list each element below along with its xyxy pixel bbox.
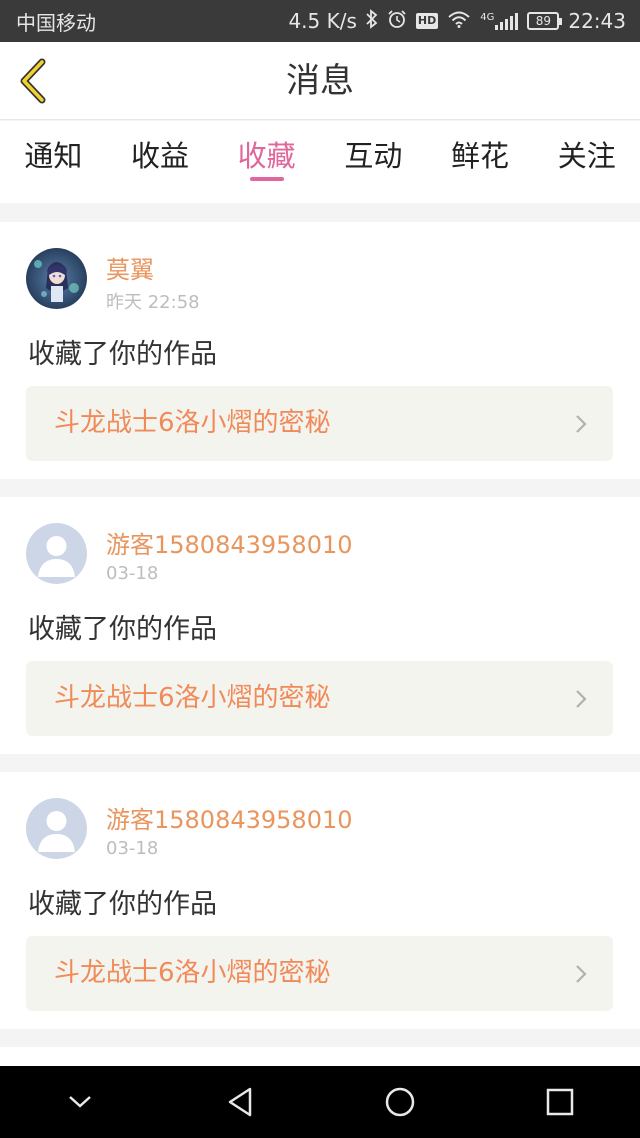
avatar[interactable]	[26, 248, 87, 309]
timestamp: 03-18	[106, 838, 159, 859]
active-tab-indicator	[249, 177, 284, 181]
home-circle-icon	[385, 1087, 415, 1117]
recents-square-icon	[546, 1088, 574, 1116]
timestamp: 03-18	[106, 563, 159, 584]
network-type: 4G	[480, 12, 495, 23]
back-button[interactable]	[14, 56, 54, 106]
net-speed: 4.5 K/s	[288, 9, 357, 33]
collapse-icon	[69, 1096, 91, 1108]
nav-home-button[interactable]	[375, 1077, 425, 1127]
tab-notifications[interactable]: 通知	[0, 121, 107, 203]
action-text: 收藏了你的作品	[28, 339, 217, 370]
avatar[interactable]	[26, 798, 87, 859]
work-link[interactable]: 斗龙战士6洛小熠的密秘	[26, 936, 613, 1011]
tab-interactions[interactable]: 互动	[320, 121, 427, 203]
chevron-right-icon	[576, 965, 587, 983]
hd-icon: HD	[415, 13, 439, 29]
chevron-right-icon	[576, 415, 587, 433]
nav-recents-button[interactable]	[535, 1077, 585, 1127]
tab-label: 关注	[557, 139, 616, 173]
message-card-partial	[0, 1047, 640, 1066]
tab-bar: 通知 收益 收藏 互动 鲜花 关注	[0, 121, 640, 203]
tab-flowers[interactable]: 鲜花	[427, 121, 534, 203]
battery-icon: 89	[527, 12, 563, 30]
chevron-right-icon	[576, 690, 587, 708]
tab-label: 通知	[24, 139, 83, 173]
username[interactable]: 莫翼	[106, 250, 154, 285]
wifi-icon	[447, 9, 471, 33]
carrier-label: 中国移动	[16, 10, 96, 35]
header: 消息	[0, 42, 640, 120]
avatar[interactable]	[26, 523, 87, 584]
message-card: 游客1580843958010 03-18 收藏了你的作品 斗龙战士6洛小熠的密…	[0, 772, 640, 1029]
work-link[interactable]: 斗龙战士6洛小熠的密秘	[26, 661, 613, 736]
page-title: 消息	[286, 61, 354, 101]
username[interactable]: 游客1580843958010	[106, 525, 353, 560]
clock: 22:43	[568, 9, 626, 33]
message-card: 莫翼 昨天 22:58 收藏了你的作品 斗龙战士6洛小熠的密秘	[0, 222, 640, 479]
alarm-icon	[387, 9, 407, 34]
collapse-button[interactable]	[55, 1077, 105, 1127]
tab-label: 互动	[344, 139, 403, 173]
tab-earnings[interactable]: 收益	[107, 121, 214, 203]
tab-follows[interactable]: 关注	[533, 121, 640, 203]
system-nav-bar	[0, 1066, 640, 1138]
status-bar: 中国移动 4.5 K/s HD 4G 89 22:43	[0, 0, 640, 42]
battery-level: 89	[535, 14, 551, 28]
username[interactable]: 游客1580843958010	[106, 800, 353, 835]
status-icons: 4.5 K/s HD 4G 89 22:43	[288, 8, 626, 34]
tab-label: 收藏	[237, 139, 296, 173]
work-title: 斗龙战士6洛小熠的密秘	[54, 958, 331, 988]
tab-label: 收益	[131, 139, 190, 173]
back-triangle-icon	[228, 1087, 252, 1117]
action-text: 收藏了你的作品	[28, 614, 217, 645]
message-card: 游客1580843958010 03-18 收藏了你的作品 斗龙战士6洛小熠的密…	[0, 497, 640, 754]
bluetooth-icon	[366, 8, 378, 34]
nav-back-button[interactable]	[215, 1077, 265, 1127]
chevron-left-icon	[20, 58, 46, 104]
work-link[interactable]: 斗龙战士6洛小熠的密秘	[26, 386, 613, 461]
work-title: 斗龙战士6洛小熠的密秘	[54, 408, 331, 438]
signal-icon: 4G	[480, 12, 519, 30]
tab-favorites[interactable]: 收藏	[213, 121, 320, 203]
work-title: 斗龙战士6洛小熠的密秘	[54, 683, 331, 713]
action-text: 收藏了你的作品	[28, 889, 217, 920]
timestamp: 昨天 22:58	[106, 292, 200, 313]
tab-label: 鲜花	[451, 139, 510, 173]
